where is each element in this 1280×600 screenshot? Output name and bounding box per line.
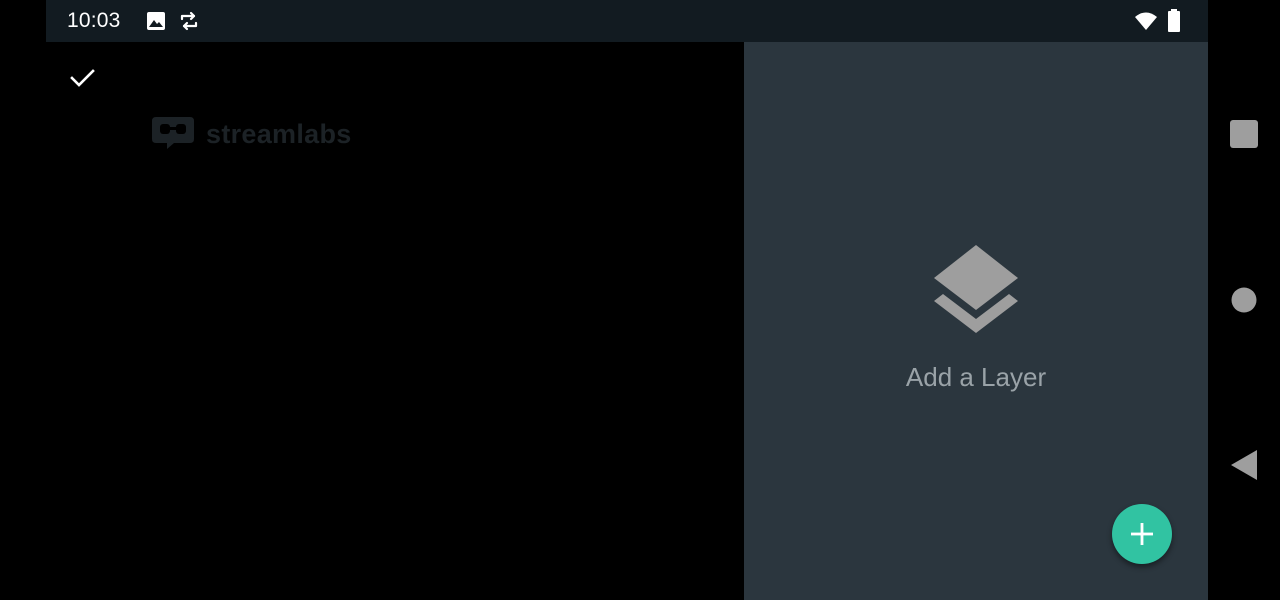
check-icon <box>70 69 95 87</box>
streamlabs-watermark: streamlabs <box>150 114 352 154</box>
stream-preview: streamlabs <box>0 42 744 600</box>
status-bar: 10:03 <box>46 0 1208 42</box>
add-layer-button[interactable] <box>1112 504 1172 564</box>
sync-icon <box>177 9 201 38</box>
home-circle-icon <box>1231 287 1257 313</box>
add-layer-label: Add a Layer <box>905 362 1047 392</box>
layers-empty-state: Add a Layer <box>744 242 1208 393</box>
home-button[interactable] <box>1226 282 1262 318</box>
battery-icon <box>1167 9 1181 38</box>
app-screen: 10:03 streamlabs Add a Layer <box>0 0 1280 600</box>
recents-square-icon <box>1230 120 1258 148</box>
image-icon <box>146 11 166 36</box>
status-clock: 10:03 <box>67 9 121 32</box>
system-nav-bar <box>1208 0 1280 600</box>
plus-icon <box>1131 523 1153 545</box>
recents-button[interactable] <box>1226 116 1262 152</box>
back-triangle-icon <box>1231 450 1257 480</box>
layers-icon <box>934 245 1018 333</box>
back-button[interactable] <box>1226 447 1262 483</box>
wifi-icon <box>1134 11 1158 36</box>
layers-panel: Add a Layer <box>744 42 1208 600</box>
confirm-button[interactable] <box>64 60 100 96</box>
watermark-text: streamlabs <box>206 118 352 149</box>
streamlabs-logo-icon <box>150 113 196 156</box>
